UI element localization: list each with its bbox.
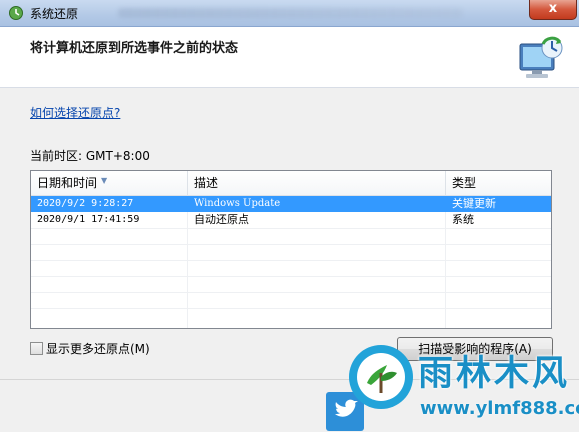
row-datetime: 2020/9/2 9:28:27 (37, 198, 134, 209)
sort-down-icon: ▼ (101, 176, 108, 185)
column-header-description-label: 描述 (194, 176, 219, 190)
restore-point-row[interactable]: 2020/9/2 9:28:27 Windows Update 关键更新 (31, 196, 551, 212)
blurred-region (118, 8, 463, 18)
column-header-datetime[interactable]: 日期和时间 ▼ (31, 171, 188, 196)
close-button[interactable]: x (529, 0, 577, 20)
watermark-url: www.ylmf888.com (420, 398, 579, 419)
restore-point-row[interactable]: 2020/9/1 17:41:59 自动还原点 系统 (31, 212, 551, 228)
row-type: 系统 (452, 213, 474, 226)
row-divider (31, 276, 551, 277)
column-header-type[interactable]: 类型 (446, 171, 551, 196)
show-more-checkbox[interactable] (30, 342, 43, 355)
title-bar: 系统还原 x (0, 0, 579, 27)
row-divider (31, 228, 551, 229)
help-link[interactable]: 如何选择还原点? (30, 104, 120, 121)
row-divider (31, 292, 551, 293)
system-restore-icon (9, 6, 23, 20)
column-header-description[interactable]: 描述 (188, 171, 446, 196)
computer-restore-icon (519, 36, 563, 78)
page-heading: 将计算机还原到所选事件之前的状态 (30, 41, 239, 56)
row-divider (31, 260, 551, 261)
row-divider (31, 244, 551, 245)
row-divider (31, 308, 551, 309)
header: 将计算机还原到所选事件之前的状态 (0, 27, 579, 88)
row-description: 自动还原点 (194, 213, 249, 226)
show-more-label[interactable]: 显示更多还原点(M) (46, 340, 150, 357)
column-header-datetime-label: 日期和时间 (37, 176, 98, 190)
watermark-title: 雨林木风 (418, 354, 571, 394)
row-description: Windows Update (194, 198, 281, 209)
timezone-label: 当前时区: GMT+8:00 (30, 149, 150, 163)
ylmf-logo (349, 345, 413, 409)
row-type: 关键更新 (452, 197, 496, 210)
column-header-type-label: 类型 (452, 176, 477, 190)
window-title: 系统还原 (30, 7, 79, 21)
row-datetime: 2020/9/1 17:41:59 (37, 214, 140, 225)
restore-point-list[interactable]: 日期和时间 ▼ 描述 类型 2020/9/2 9:28:27 Windows U… (30, 170, 552, 329)
